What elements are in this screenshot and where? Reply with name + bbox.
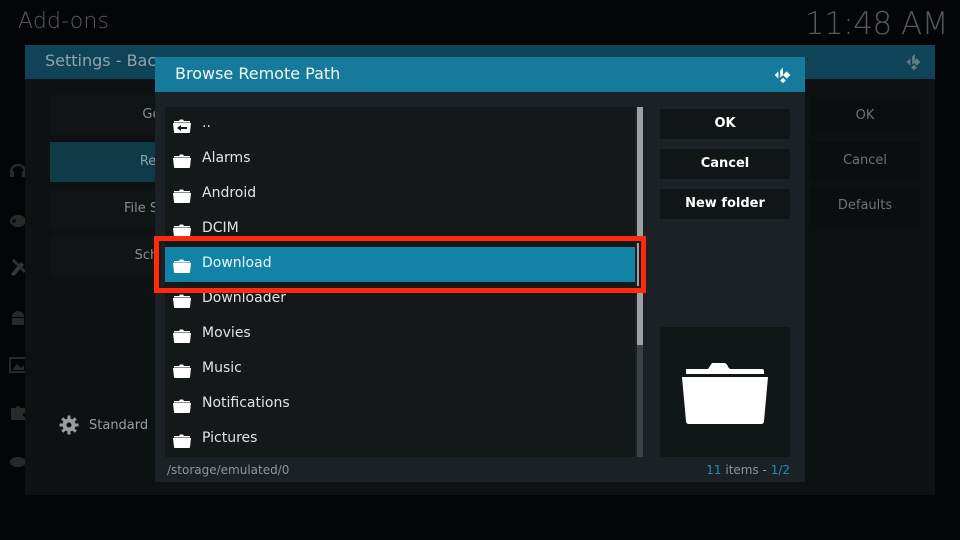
file-list-item-label: Downloader xyxy=(202,290,286,306)
scrollbar-thumb[interactable] xyxy=(637,107,643,345)
file-list-item-label: DCIM xyxy=(202,220,239,236)
file-list-item-label: Pictures xyxy=(202,430,258,446)
file-list-item[interactable]: Alarms xyxy=(165,142,635,177)
folder-up-icon xyxy=(173,118,191,133)
file-list-item[interactable]: Notifications xyxy=(165,387,635,422)
file-list-item-label: .. xyxy=(202,115,211,131)
settings-level-toggle[interactable]: Standard xyxy=(59,415,148,435)
item-count-number: 11 xyxy=(706,463,722,477)
item-count: 11 items - 1/2 xyxy=(706,463,790,477)
folder-icon xyxy=(173,433,191,448)
file-list-item-label: Notifications xyxy=(202,395,290,411)
cancel-button[interactable]: Cancel xyxy=(660,149,790,179)
scrollbar[interactable] xyxy=(637,107,643,457)
browse-dialog: Browse Remote Path .. Alarms Android DCIM Do… xyxy=(155,57,805,482)
dialog-header: Browse Remote Path xyxy=(155,57,805,92)
kodi-logo-icon xyxy=(774,67,791,84)
folder-icon xyxy=(173,398,191,413)
file-list-item-label: Alarms xyxy=(202,150,251,166)
current-path: /storage/emulated/0 xyxy=(167,463,290,477)
section-title: Add-ons xyxy=(18,9,110,34)
folder-icon xyxy=(173,153,191,168)
settings-ok-button[interactable]: OK xyxy=(810,97,920,135)
dialog-title: Browse Remote Path xyxy=(175,64,341,83)
page-indicator: 1/2 xyxy=(770,463,790,477)
file-list-item-label: Download xyxy=(202,255,272,271)
folder-icon xyxy=(173,363,191,378)
settings-level-label: Standard xyxy=(89,417,149,433)
file-list-item-label: Android xyxy=(202,185,257,201)
settings-title: Settings - Bac xyxy=(45,51,157,70)
file-list-item[interactable]: Movies xyxy=(165,317,635,352)
folder-icon xyxy=(173,328,191,343)
file-list-item[interactable]: Download xyxy=(165,247,635,282)
file-list-item-label: Music xyxy=(202,360,242,376)
settings-defaults-button[interactable]: Defaults xyxy=(810,187,920,225)
gear-icon xyxy=(59,415,79,435)
file-list-item[interactable]: Pictures xyxy=(165,422,635,457)
file-list-item[interactable]: Android xyxy=(165,177,635,212)
folder-icon xyxy=(173,258,191,273)
parent-directory-item[interactable]: .. xyxy=(165,107,635,142)
file-list: .. Alarms Android DCIM Download Downloader Mov… xyxy=(165,107,635,457)
item-count-label: items - xyxy=(721,463,771,477)
settings-cancel-button[interactable]: Cancel xyxy=(810,142,920,180)
clock: 11:48 AM xyxy=(804,6,949,42)
file-list-item[interactable]: DCIM xyxy=(165,212,635,247)
kodi-logo-icon xyxy=(906,53,921,71)
file-list-item[interactable]: Music xyxy=(165,352,635,387)
ok-button[interactable]: OK xyxy=(660,109,790,139)
folder-icon xyxy=(173,293,191,308)
file-list-item-label: Movies xyxy=(202,325,251,341)
folder-preview xyxy=(660,327,790,457)
folder-large-icon xyxy=(682,363,768,424)
folder-icon xyxy=(173,223,191,238)
new-folder-button[interactable]: New folder xyxy=(660,189,790,219)
file-list-item[interactable]: Downloader xyxy=(165,282,635,317)
folder-icon xyxy=(173,188,191,203)
